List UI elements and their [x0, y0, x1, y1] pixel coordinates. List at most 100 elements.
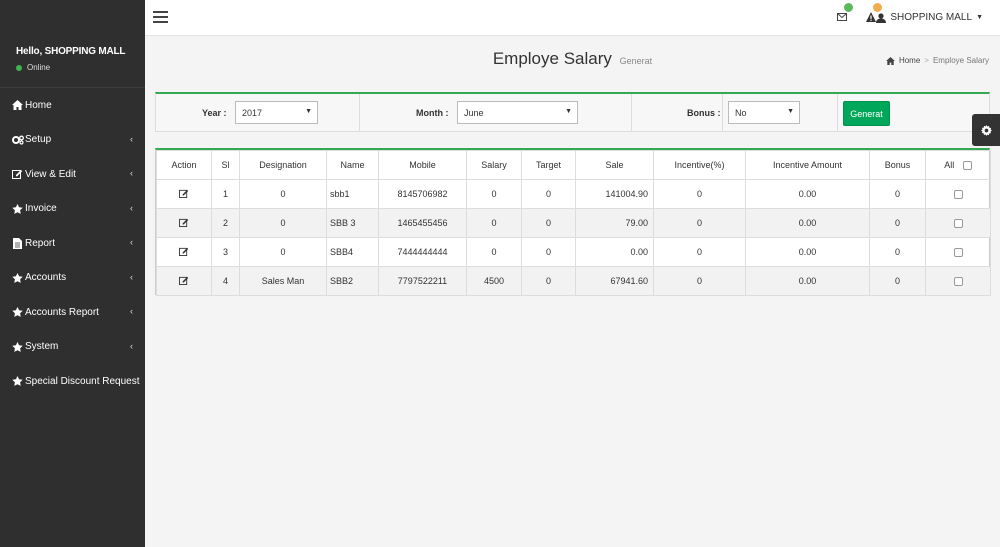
cell-name: sbb1	[326, 179, 379, 209]
edit-row-button[interactable]	[156, 208, 212, 238]
column-header-mobile: Mobile	[378, 150, 467, 180]
chevron-left-icon: ‹	[130, 202, 133, 213]
edit-row-button[interactable]	[156, 237, 212, 267]
page-subtitle: Generat	[619, 56, 653, 66]
messages-button[interactable]	[837, 3, 853, 24]
sidebar-item-label: Accounts Report	[25, 306, 99, 318]
month-select[interactable]: June ▼	[457, 101, 578, 124]
bonus-select-value: No	[735, 108, 747, 118]
hamburger-menu-icon[interactable]	[153, 11, 168, 23]
row-checkbox[interactable]	[953, 248, 963, 258]
sidebar-item-invoice[interactable]: Invoice ‹	[0, 192, 145, 227]
sidebar-item-label: System	[25, 341, 59, 353]
cell-mobile: 1465455456	[378, 208, 467, 238]
cell-incentive-amount: 0.00	[745, 208, 870, 238]
warning-icon	[866, 12, 876, 22]
gear-icon	[980, 124, 992, 136]
cell-designation: 0	[239, 179, 327, 209]
cell-target: 0	[521, 237, 576, 267]
chevron-left-icon: ‹	[130, 306, 133, 316]
sidebar-item-special-discount-request[interactable]: Special Discount Request	[0, 364, 145, 399]
column-header-incentive-pct: Incentive(%)	[653, 150, 746, 180]
column-header-designation: Designation	[239, 150, 327, 180]
sidebar-item-home[interactable]: Home	[0, 88, 145, 123]
row-checkbox[interactable]	[953, 277, 963, 287]
edit-icon	[10, 168, 25, 180]
user-menu[interactable]: SHOPPING MALL ▼	[876, 12, 983, 23]
page-title-text: Employe Salary	[492, 49, 612, 68]
sidebar-menu: Home Setup ‹ View & Edit ‹ Invoice ‹ Rep…	[0, 88, 145, 399]
settings-toggle-button[interactable]	[972, 114, 1000, 146]
edit-icon	[179, 247, 189, 256]
sidebar-item-view-edit[interactable]: View & Edit ‹	[0, 157, 145, 192]
select-all-checkbox[interactable]	[962, 161, 972, 171]
cell-target: 0	[521, 266, 576, 296]
file-icon	[10, 237, 25, 249]
chevron-left-icon: ‹	[130, 340, 133, 351]
edit-row-button[interactable]	[156, 266, 212, 296]
year-filter: Year : 2017 ▼	[156, 94, 359, 132]
sidebar-item-system[interactable]: System ‹	[0, 330, 145, 365]
cell-sl: 3	[211, 237, 240, 267]
edit-row-button[interactable]	[156, 179, 212, 209]
bonus-label: Bonus :	[687, 108, 721, 118]
table-row: 3 0 SBB4 7444444444 0 0 0.00 0 0.00 0	[156, 237, 991, 267]
cell-mobile: 8145706982	[378, 179, 467, 209]
cell-name: SBB4	[326, 237, 379, 267]
month-label: Month :	[416, 108, 449, 118]
messages-badge	[844, 3, 853, 12]
sidebar-item-setup[interactable]: Setup ‹	[0, 123, 145, 158]
cell-sale: 0.00	[575, 237, 654, 267]
bonus-select[interactable]: No ▼	[728, 101, 800, 124]
cogs-icon	[10, 134, 25, 146]
cell-select	[925, 237, 991, 267]
cell-incentive-pct: 0	[653, 208, 746, 238]
salary-table-box: Action Sl Designation Name Mobile Salary…	[155, 148, 991, 296]
year-label: Year :	[202, 108, 227, 118]
alerts-badge	[873, 3, 882, 12]
envelope-icon	[837, 13, 847, 21]
month-select-value: June	[464, 108, 484, 118]
edit-icon	[179, 276, 189, 285]
sidebar-item-label: Invoice	[25, 203, 57, 215]
column-header-all: All	[925, 150, 991, 180]
row-checkbox[interactable]	[953, 190, 963, 200]
table-row: 1 0 sbb1 8145706982 0 0 141004.90 0 0.00…	[156, 179, 991, 209]
salary-table: Action Sl Designation Name Mobile Salary…	[156, 150, 991, 296]
sidebar-item-report[interactable]: Report ‹	[0, 226, 145, 261]
cell-bonus: 0	[869, 237, 926, 267]
column-header-action: Action	[156, 150, 212, 180]
star-icon	[10, 306, 25, 318]
breadcrumb-home-link[interactable]: Home	[899, 56, 920, 65]
cell-sl: 2	[211, 208, 240, 238]
cell-sale: 141004.90	[575, 179, 654, 209]
column-header-all-label: All	[944, 159, 955, 170]
table-row: 4 Sales Man SBB2 7797522211 4500 0 67941…	[156, 266, 991, 296]
cell-incentive-pct: 0	[653, 237, 746, 267]
sidebar-item-accounts[interactable]: Accounts ‹	[0, 261, 145, 296]
cell-incentive-pct: 0	[653, 179, 746, 209]
breadcrumb: Home > Employe Salary	[886, 56, 989, 65]
online-status-label: Online	[27, 63, 51, 72]
alerts-button[interactable]	[866, 3, 882, 25]
home-icon	[886, 56, 895, 65]
cell-select	[925, 208, 991, 238]
table-header-row: Action Sl Designation Name Mobile Salary…	[156, 150, 991, 180]
cell-bonus: 0	[869, 208, 926, 238]
cell-incentive-amount: 0.00	[745, 266, 870, 296]
month-filter: Month : June ▼	[359, 94, 631, 132]
year-select[interactable]: 2017 ▼	[235, 101, 318, 124]
generate-button[interactable]: Generat	[843, 101, 890, 126]
dropdown-arrow-icon: ▼	[305, 108, 312, 115]
sidebar-item-label: Special Discount Request	[25, 375, 140, 387]
chevron-left-icon: ‹	[130, 237, 133, 247]
chevron-left-icon: ‹	[130, 168, 133, 178]
column-header-incentive-amount: Incentive Amount	[745, 150, 870, 180]
cell-incentive-amount: 0.00	[745, 237, 870, 267]
sidebar-item-accounts-report[interactable]: Accounts Report ‹	[0, 295, 145, 330]
row-checkbox[interactable]	[953, 219, 963, 229]
chevron-left-icon: ‹	[130, 133, 133, 144]
sidebar-item-label: Accounts	[25, 272, 67, 284]
cell-name: SBB2	[326, 266, 379, 296]
cell-bonus: 0	[869, 266, 926, 296]
